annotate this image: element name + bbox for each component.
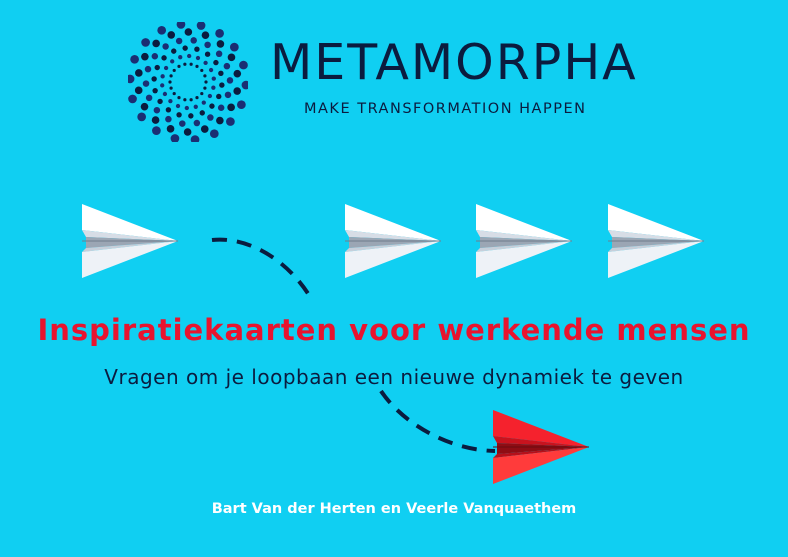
cover-subtitle: Vragen om je loopbaan een nieuwe dynamie… <box>104 365 684 389</box>
paper-planes-illustration <box>81 203 705 484</box>
cover-authors: Bart Van der Herten en Veerle Vanquaethe… <box>211 501 577 517</box>
cover-title: Inspiratiekaarten voor werkende mensen <box>37 313 751 347</box>
paper-plane-icon <box>475 203 573 279</box>
dashed-arrow-path-top <box>211 237 314 302</box>
dashed-arrow-path-bottom <box>379 389 496 453</box>
book-cover: METAMORPHA MAKE TRANSFORMATION HAPPEN In… <box>0 0 788 557</box>
paper-plane-icon <box>607 203 705 279</box>
paper-plane-icon <box>81 203 179 279</box>
paper-plane-icon <box>344 203 442 279</box>
red-paper-plane-icon <box>493 410 589 484</box>
